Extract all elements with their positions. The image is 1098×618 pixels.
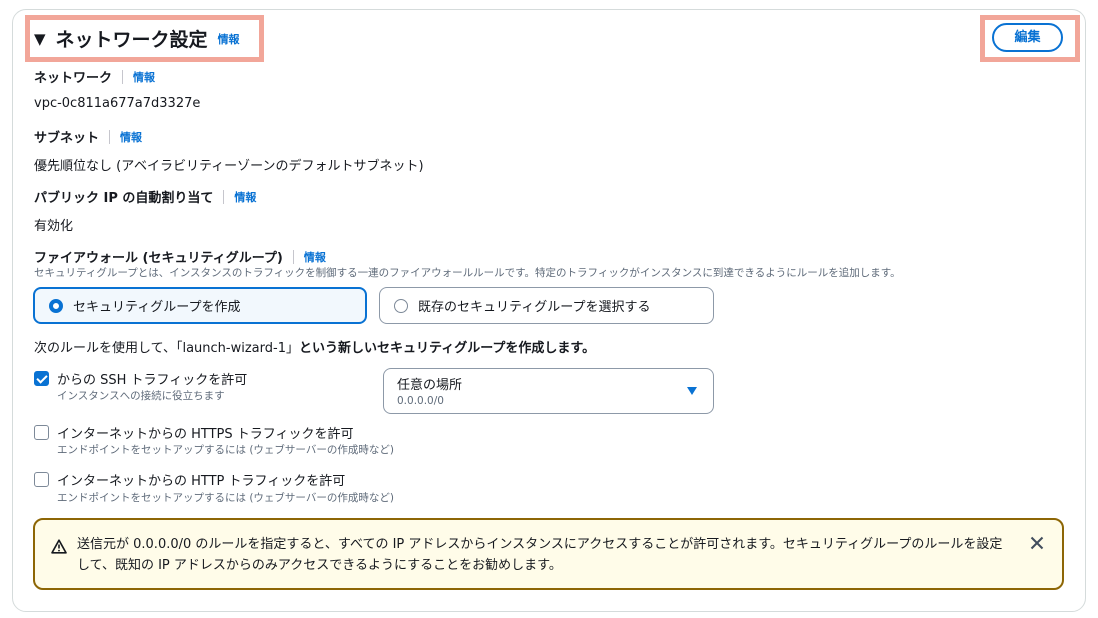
public-ip-label-row: パブリック IP の自動割り当て 情報 bbox=[34, 187, 256, 206]
divider bbox=[292, 249, 294, 264]
divider bbox=[109, 129, 111, 144]
select-existing-security-group-label: 既存のセキュリティグループを選択する bbox=[418, 300, 651, 315]
close-icon[interactable] bbox=[1030, 536, 1044, 550]
ssh-source-select[interactable]: 任意の場所 0.0.0.0/0 bbox=[383, 368, 714, 414]
create-security-group-option[interactable]: セキュリティグループを作成 bbox=[33, 287, 367, 324]
subnet-label: サブネット bbox=[34, 131, 100, 146]
http-rule-description: エンドポイントをセットアップするには (ウェブサーバーの作成時など) bbox=[57, 492, 394, 504]
rule-heading-bold: という新しいセキュリティグループを作成します。 bbox=[298, 341, 596, 356]
ssh-source-value: 任意の場所 bbox=[397, 378, 463, 393]
radio-selected-icon[interactable] bbox=[49, 298, 63, 313]
caret-down-icon bbox=[687, 387, 697, 395]
rule-heading-prefix: 次のルールを使用して、「launch-wizard-1」 bbox=[34, 341, 299, 356]
https-rule-description: エンドポイントをセットアップするには (ウェブサーバーの作成時など) bbox=[57, 444, 394, 456]
firewall-description: セキュリティグループとは、インスタンスのトラフィックを制御する一連のファイアウォ… bbox=[34, 267, 901, 279]
radio-unselected-icon[interactable] bbox=[394, 298, 408, 313]
section-header[interactable]: ▼ ネットワーク設定 情報 bbox=[30, 20, 259, 57]
warning-alert: 送信元が 0.0.0.0/0 のルールを指定すると、すべての IP アドレスから… bbox=[33, 518, 1064, 590]
section-info-link[interactable]: 情報 bbox=[218, 31, 240, 47]
network-label-row: ネットワーク 情報 bbox=[34, 67, 155, 86]
divider bbox=[122, 69, 124, 84]
firewall-label-row: ファイアウォール (セキュリティグループ) 情報 bbox=[34, 247, 326, 266]
ssh-source-cidr: 0.0.0.0/0 bbox=[397, 395, 444, 407]
http-rule-label: インターネットからの HTTP トラフィックを許可 bbox=[57, 474, 346, 489]
warning-message: 送信元が 0.0.0.0/0 のルールを指定すると、すべての IP アドレスから… bbox=[77, 537, 1003, 573]
network-value: vpc-0c811a677a7d3327e bbox=[34, 96, 201, 111]
ssh-rule-description: インスタンスへの接続に役立ちます bbox=[57, 390, 225, 402]
rule-heading: 次のルールを使用して、「launch-wizard-1」という新しいセキュリティ… bbox=[34, 337, 595, 356]
edit-button[interactable]: 編集 bbox=[992, 23, 1063, 52]
network-label: ネットワーク bbox=[34, 71, 113, 86]
subnet-value: 優先順位なし (アベイラビリティーゾーンのデフォルトサブネット) bbox=[34, 159, 424, 174]
network-info-link[interactable]: 情報 bbox=[133, 69, 155, 85]
ssh-rule-label: からの SSH トラフィックを許可 bbox=[57, 373, 248, 388]
public-ip-label: パブリック IP の自動割り当て bbox=[34, 191, 214, 206]
subnet-label-row: サブネット 情報 bbox=[34, 127, 142, 146]
public-ip-value: 有効化 bbox=[34, 219, 74, 234]
http-checkbox[interactable] bbox=[34, 472, 49, 487]
ssh-checkbox[interactable] bbox=[34, 371, 49, 386]
warning-icon bbox=[51, 539, 67, 554]
public-ip-info-link[interactable]: 情報 bbox=[234, 189, 256, 205]
subnet-info-link[interactable]: 情報 bbox=[120, 129, 142, 145]
https-rule-label: インターネットからの HTTPS トラフィックを許可 bbox=[57, 427, 354, 442]
title-highlight: ▼ ネットワーク設定 情報 bbox=[25, 15, 264, 62]
section-title: ネットワーク設定 bbox=[55, 29, 208, 51]
firewall-info-link[interactable]: 情報 bbox=[304, 249, 326, 265]
firewall-label: ファイアウォール (セキュリティグループ) bbox=[34, 251, 283, 266]
select-existing-security-group-option[interactable]: 既存のセキュリティグループを選択する bbox=[379, 287, 714, 324]
edit-highlight: 編集 bbox=[980, 15, 1080, 62]
collapse-caret-icon[interactable]: ▼ bbox=[34, 30, 46, 48]
https-checkbox[interactable] bbox=[34, 425, 49, 440]
divider bbox=[223, 189, 225, 204]
create-security-group-label: セキュリティグループを作成 bbox=[73, 300, 241, 315]
